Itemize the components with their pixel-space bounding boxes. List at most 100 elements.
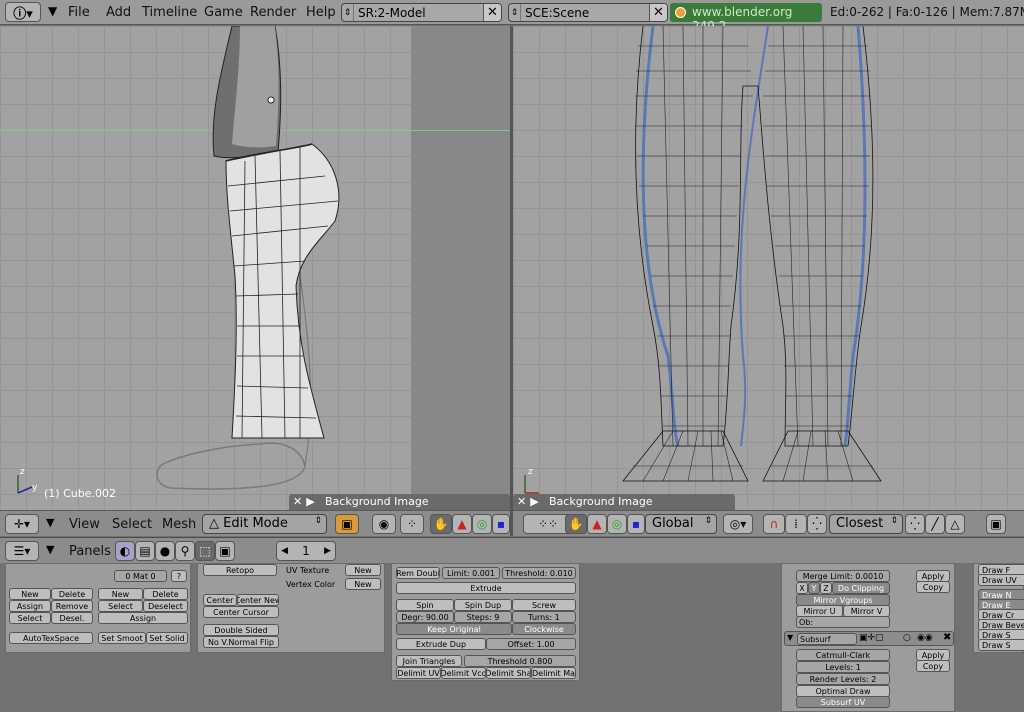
mode-selector[interactable]: △ Edit Mode ⇕ xyxy=(202,514,327,534)
levels-field[interactable]: Levels: 1 xyxy=(796,661,890,673)
draw-uv-toggle[interactable]: Draw UV xyxy=(978,574,1024,586)
spin-dup-button[interactable]: Spin Dup xyxy=(454,599,512,611)
arrow-left-icon[interactable]: ◀ xyxy=(281,546,288,556)
scene-context-button[interactable]: ▣ xyxy=(215,541,235,561)
proportional-edit-button[interactable]: ◎▾ xyxy=(723,514,753,534)
chevron-updown-icon[interactable]: ⇕ xyxy=(342,4,354,21)
chevron-down-icon[interactable]: ▼ xyxy=(787,633,793,642)
autotexspace-button[interactable]: AutoTexSpace xyxy=(9,632,93,644)
script-context-button[interactable]: ▤ xyxy=(135,541,155,561)
turns-field[interactable]: Turns: 1 xyxy=(512,611,576,623)
face-select-button[interactable]: △ xyxy=(945,514,965,534)
close-icon[interactable]: ✕▶ xyxy=(517,495,543,508)
arrow-right-icon[interactable]: ▶ xyxy=(324,546,331,556)
menu-render[interactable]: Render xyxy=(250,5,296,20)
set-solid-button[interactable]: Set Solid xyxy=(146,632,188,644)
draw-sharp-toggle[interactable]: Draw S xyxy=(978,639,1024,651)
rem-doubles-button[interactable]: Rem Doubl xyxy=(396,567,440,579)
vgroup-assign-button[interactable]: Assign xyxy=(9,600,51,612)
frame-counter[interactable]: ◀ 1 ▶ xyxy=(276,541,336,561)
object-context-button[interactable]: ⚲ xyxy=(175,541,195,561)
info-editor-type-button[interactable]: ⓘ▾ xyxy=(5,2,41,22)
subsurf-uv-toggle[interactable]: Subsurf UV xyxy=(796,696,890,708)
keep-original-toggle[interactable]: Keep Original xyxy=(396,623,512,635)
material-index-field[interactable]: 0 Mat 0 xyxy=(114,570,167,582)
shading-context-button[interactable]: ● xyxy=(155,541,175,561)
background-image-panel-tab[interactable]: ✕▶ Background Image xyxy=(513,494,735,510)
menu-game[interactable]: Game xyxy=(204,5,243,20)
extrude-button[interactable]: Extrude xyxy=(396,582,576,594)
screw-button[interactable]: Screw xyxy=(512,599,576,611)
move-up-down-icon[interactable]: ◉◉ xyxy=(917,633,933,643)
close-icon[interactable]: ✕▶ xyxy=(293,495,319,508)
translate-button[interactable]: ▲ xyxy=(452,514,472,534)
mat-new-button[interactable]: New xyxy=(98,588,143,600)
offset-field[interactable]: Offset: 1.00 xyxy=(486,638,576,650)
merge-limit-field[interactable]: Merge Limit: 0.0010 xyxy=(796,570,890,582)
subsurf-modifier-header[interactable]: ▼ Subsurf ▣✛▢ ○ ◉◉ ✖ xyxy=(784,631,954,646)
join-triangles-button[interactable]: Join Triangles xyxy=(396,655,462,667)
menu-timeline[interactable]: Timeline xyxy=(142,5,197,20)
modifier-visibility-icons[interactable]: ▣✛▢ xyxy=(859,633,884,643)
no-vnormal-flip-toggle[interactable]: No V.Normal Flip xyxy=(203,636,279,648)
edge-select-button[interactable]: ╱ xyxy=(925,514,945,534)
scale-button[interactable]: ▪ xyxy=(627,514,645,534)
steps-field[interactable]: Steps: 9 xyxy=(454,611,512,623)
threshold-field[interactable]: Threshold: 0.010 xyxy=(502,567,576,579)
pivot-button[interactable]: ◉ xyxy=(372,514,396,534)
retopo-button[interactable]: Retopo xyxy=(203,564,277,576)
uv-new-button[interactable]: New xyxy=(345,564,381,576)
editor-type-button[interactable]: ✛▾ xyxy=(5,514,39,534)
spin-button[interactable]: Spin xyxy=(396,599,454,611)
mat-assign-button[interactable]: Assign xyxy=(98,612,188,624)
close-icon[interactable]: ✕ xyxy=(649,4,667,21)
render-levels-field[interactable]: Render Levels: 2 xyxy=(796,673,890,685)
axis-x-toggle[interactable]: X xyxy=(796,582,808,594)
blender-version-link[interactable]: www.blender.org 249.2 xyxy=(670,3,822,33)
chevron-updown-icon[interactable]: ⇕ xyxy=(509,4,521,21)
double-sided-toggle[interactable]: Double Sided xyxy=(203,624,279,636)
mat-delete-button[interactable]: Delete xyxy=(143,588,188,600)
vgroup-remove-button[interactable]: Remove xyxy=(51,600,93,612)
editor-type-button[interactable]: ☰▾ xyxy=(5,541,39,561)
vc-new-button[interactable]: New xyxy=(345,578,381,590)
limit-field[interactable]: Limit: 0.001 xyxy=(442,567,500,579)
layer-button[interactable]: ⁘ xyxy=(400,514,424,534)
scene-selector[interactable]: ⇕ SCE:Scene ✕ xyxy=(508,3,668,22)
scene-name[interactable]: SCE:Scene xyxy=(525,6,589,20)
manipulator-toggle[interactable]: ✋ xyxy=(430,514,452,534)
close-icon[interactable]: ✕ xyxy=(483,4,501,21)
menu-mesh[interactable]: Mesh xyxy=(162,517,196,532)
scale-button[interactable]: ▪ xyxy=(492,514,510,534)
screen-selector[interactable]: ⇕ SR:2-Model ✕ xyxy=(341,3,502,22)
close-icon[interactable]: ✖ xyxy=(943,632,951,643)
vertex-select-button[interactable]: ⁛ xyxy=(905,514,925,534)
center-new-button[interactable]: Center New xyxy=(237,594,279,606)
delimit-uv-toggle[interactable]: Delimit UV xyxy=(396,667,441,679)
vgroup-delete-button[interactable]: Delete xyxy=(51,588,93,600)
snap-target-button[interactable]: ⁛ xyxy=(807,514,827,534)
circle-icon[interactable]: ○ xyxy=(903,633,911,643)
mat-deselect-button[interactable]: Deselect xyxy=(143,600,188,612)
rotate-button[interactable]: ◎ xyxy=(607,514,627,534)
vgroup-new-button[interactable]: New xyxy=(9,588,51,600)
degr-field[interactable]: Degr: 90.00 xyxy=(396,611,454,623)
menu-file[interactable]: File xyxy=(68,5,90,20)
3d-viewport-right[interactable]: z ✕▶ Background Image xyxy=(513,26,1024,510)
mat-select-button[interactable]: Select xyxy=(98,600,143,612)
panels-menu[interactable]: Panels xyxy=(69,544,111,559)
snap-mode-selector[interactable]: Closest ⇕ xyxy=(829,514,903,534)
render-preview-button[interactable]: ▣ xyxy=(986,514,1006,534)
axis-y-toggle[interactable]: Y xyxy=(808,582,820,594)
background-image-panel-tab[interactable]: ✕▶ Background Image xyxy=(289,494,510,510)
collapse-menu-icon[interactable]: ▼ xyxy=(46,516,54,529)
transform-orientation-selector[interactable]: Global ⇕ xyxy=(645,514,717,534)
3d-viewport-left[interactable]: z y (1) Cube.002 ✕▶ Background Image xyxy=(0,26,510,510)
menu-select[interactable]: Select xyxy=(112,517,152,532)
collapse-menu-icon[interactable]: ▼ xyxy=(46,543,54,556)
menu-help[interactable]: Help xyxy=(306,5,336,20)
threshold-join-field[interactable]: Threshold 0.800 xyxy=(464,655,576,667)
delimit-vco-toggle[interactable]: Delimit Vco xyxy=(441,667,486,679)
rotate-button[interactable]: ◎ xyxy=(472,514,492,534)
logic-context-button[interactable]: ◐ xyxy=(115,541,135,561)
